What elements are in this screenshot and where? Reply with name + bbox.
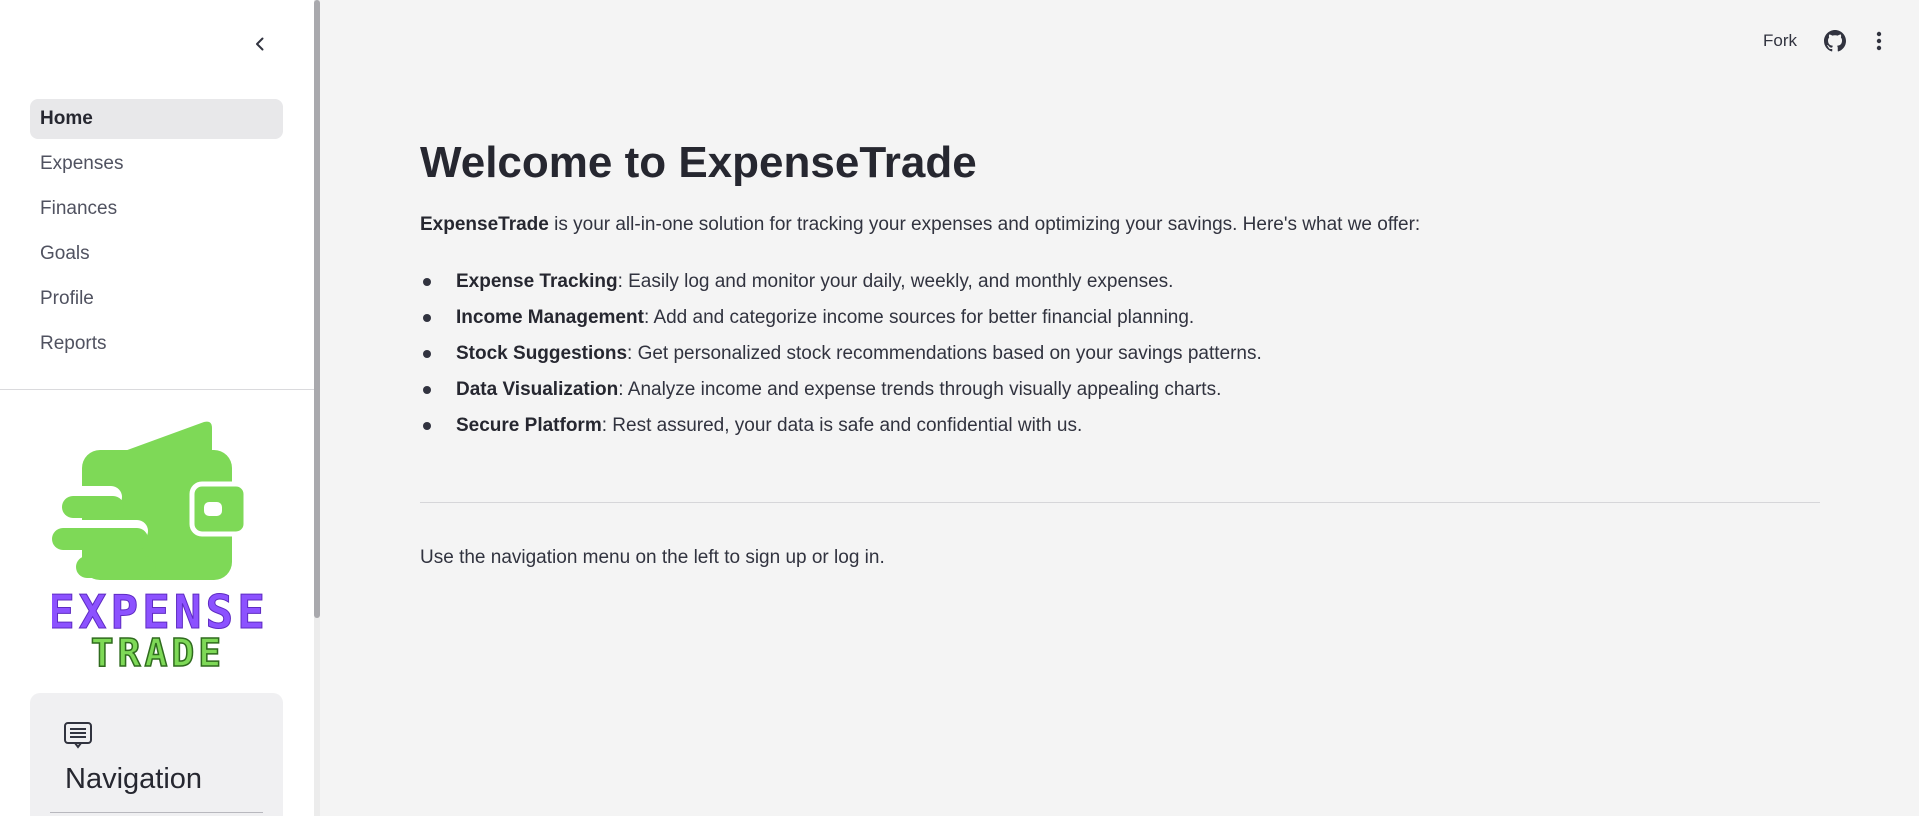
sidebar-item-finances[interactable]: Finances [30, 189, 283, 229]
sidebar: Home Expenses Finances Goals Profile Rep… [0, 0, 320, 816]
sidebar-item-home[interactable]: Home [30, 99, 283, 139]
sidebar-item-goals[interactable]: Goals [30, 234, 283, 274]
navigation-card-title: Navigation [65, 763, 203, 795]
feature-description: : Get personalized stock recommendations… [627, 343, 1262, 364]
feature-description: : Add and categorize income sources for … [643, 307, 1195, 328]
list-item: Expense Tracking: Easily log and monitor… [420, 264, 1262, 300]
bullet [423, 422, 431, 430]
feature-name: Data Visualization [456, 379, 619, 400]
navigation-card-divider [50, 812, 263, 813]
feature-description: : Rest assured, your data is safe and co… [601, 415, 1083, 436]
feature-name: Secure Platform [456, 415, 602, 436]
list-item: Income Management: Add and categorize in… [420, 300, 1262, 336]
feature-list: Expense Tracking: Easily log and monitor… [420, 264, 1262, 444]
sidebar-item-profile[interactable]: Profile [30, 279, 283, 319]
menu-list-icon [64, 722, 92, 749]
intro-brand: ExpenseTrade [420, 214, 549, 235]
feature-description: : Easily log and monitor your daily, wee… [617, 271, 1174, 292]
sidebar-item-label: Goals [40, 243, 90, 264]
sidebar-item-reports[interactable]: Reports [30, 324, 283, 364]
sidebar-item-expenses[interactable]: Expenses [30, 144, 283, 184]
sidebar-item-label: Finances [40, 198, 118, 219]
content-divider [420, 502, 1820, 503]
sidebar-item-label: Home [40, 108, 93, 129]
bullet [423, 350, 431, 358]
feature-name: Stock Suggestions [456, 343, 628, 364]
svg-text:TRADE: TRADE [91, 631, 225, 668]
feature-description: : Analyze income and expense trends thro… [618, 379, 1222, 400]
github-button[interactable] [1823, 29, 1847, 53]
github-icon [1824, 30, 1846, 52]
list-item: Secure Platform: Rest assured, your data… [420, 408, 1262, 444]
feature-name: Expense Tracking [456, 271, 618, 292]
list-item: Stock Suggestions: Get personalized stoc… [420, 336, 1262, 372]
header-toolbar: Fork [1763, 22, 1919, 60]
main-menu-button[interactable] [1867, 29, 1891, 53]
bullet [423, 386, 431, 394]
collapse-sidebar-button[interactable] [246, 30, 274, 58]
bullet [423, 278, 431, 286]
intro-text: is your all-in-one solution for tracking… [548, 214, 1421, 235]
sidebar-item-label: Expenses [40, 153, 124, 174]
sidebar-scrollbar-thumb[interactable] [314, 0, 320, 618]
more-vertical-icon [1876, 31, 1882, 51]
fork-link[interactable]: Fork [1763, 31, 1797, 51]
expense-trade-logo: EXPENSE TRADE [52, 421, 264, 668]
sidebar-nav: Home Expenses Finances Goals Profile Rep… [30, 99, 283, 369]
sidebar-item-label: Reports [40, 333, 107, 354]
bullet [423, 314, 431, 322]
page-title: Welcome to ExpenseTrade [420, 138, 977, 187]
feature-name: Income Management [456, 307, 644, 328]
chevron-left-icon [256, 37, 264, 51]
intro-paragraph: ExpenseTrade is your all-in-one solution… [420, 214, 1420, 236]
signup-hint: Use the navigation menu on the left to s… [420, 547, 885, 568]
sidebar-item-label: Profile [40, 288, 94, 309]
sidebar-divider [0, 389, 314, 390]
navigation-card: Navigation [30, 693, 283, 816]
list-item: Data Visualization: Analyze income and e… [420, 372, 1262, 408]
